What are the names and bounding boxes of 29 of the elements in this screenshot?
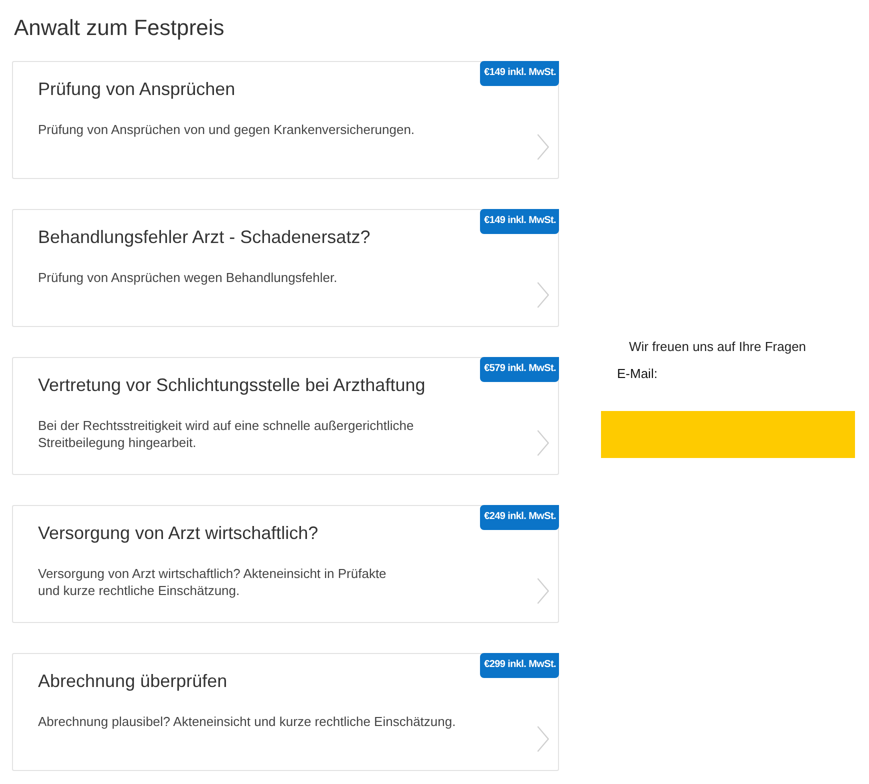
price-badge: €579 inkl. MwSt. xyxy=(480,357,559,382)
service-card[interactable]: Abrechnung überprüfen Abrechnung plausibel? Akteneinsicht und kurze rechtliche Einschätzung. €299 inkl. MwSt. xyxy=(12,653,559,771)
service-card[interactable]: Prüfung von Ansprüchen Prüfung von Ansprüchen von und gegen Krankenversicherungen. €149 inkl. MwSt. xyxy=(12,61,559,179)
chevron-right-icon xyxy=(537,726,549,752)
chevron-right-icon xyxy=(537,578,549,604)
service-title: Abrechnung überprüfen xyxy=(38,670,228,692)
price-badge: €149 inkl. MwSt. xyxy=(480,61,559,86)
page-title: Anwalt zum Festpreis xyxy=(14,15,226,41)
contact-heading: Wir freuen uns auf Ihre Fragen xyxy=(629,338,806,356)
service-title: Vertretung vor Schlichtungsstelle bei Arzthaftung xyxy=(38,374,426,396)
price-badge: €249 inkl. MwSt. xyxy=(480,505,559,530)
service-description: Bei der Rechtsstreitigkeit wird auf eine schnelle außergerichtliche Streitbeilegung hingearbeit. xyxy=(38,417,414,451)
service-card[interactable]: Behandlungsfehler Arzt - Schadenersatz? Prüfung von Ansprüchen wegen Behandlungsfehler. €149 inkl. MwSt. xyxy=(12,209,559,327)
price-badge: €149 inkl. MwSt. xyxy=(480,209,559,234)
price-badge: €299 inkl. MwSt. xyxy=(480,653,559,678)
service-title: Versorgung von Arzt wirtschaftlich? xyxy=(38,522,318,544)
service-description: Versorgung von Arzt wirtschaftlich? Akteneinsicht in Prüfakte und kurze rechtliche Einschätzung. xyxy=(38,565,386,599)
service-description: Prüfung von Ansprüchen wegen Behandlungsfehler. xyxy=(38,269,338,286)
service-card[interactable]: Vertretung vor Schlichtungsstelle bei Arzthaftung Bei der Rechtsstreitigkeit wird auf eine schnelle außergerichtliche Streitbeilegung hingearbeit. €579 inkl. MwSt. xyxy=(12,357,559,475)
service-title: Behandlungsfehler Arzt - Schadenersatz? xyxy=(38,226,370,248)
chevron-right-icon xyxy=(537,430,549,456)
chevron-right-icon xyxy=(537,282,549,308)
chevron-right-icon xyxy=(537,134,549,160)
action-button[interactable] xyxy=(601,411,855,458)
service-description: Prüfung von Ansprüchen von und gegen Krankenversicherungen. xyxy=(38,121,415,138)
service-title: Prüfung von Ansprüchen xyxy=(38,78,236,100)
service-card[interactable]: Versorgung von Arzt wirtschaftlich? Versorgung von Arzt wirtschaftlich? Akteneinsicht in Prüfakte und kurze rechtliche Einschätzung. €249 inkl. MwSt. xyxy=(12,505,559,623)
service-description: Abrechnung plausibel? Akteneinsicht und kurze rechtliche Einschätzung. xyxy=(38,713,456,730)
email-label: E-Mail: xyxy=(617,365,658,383)
